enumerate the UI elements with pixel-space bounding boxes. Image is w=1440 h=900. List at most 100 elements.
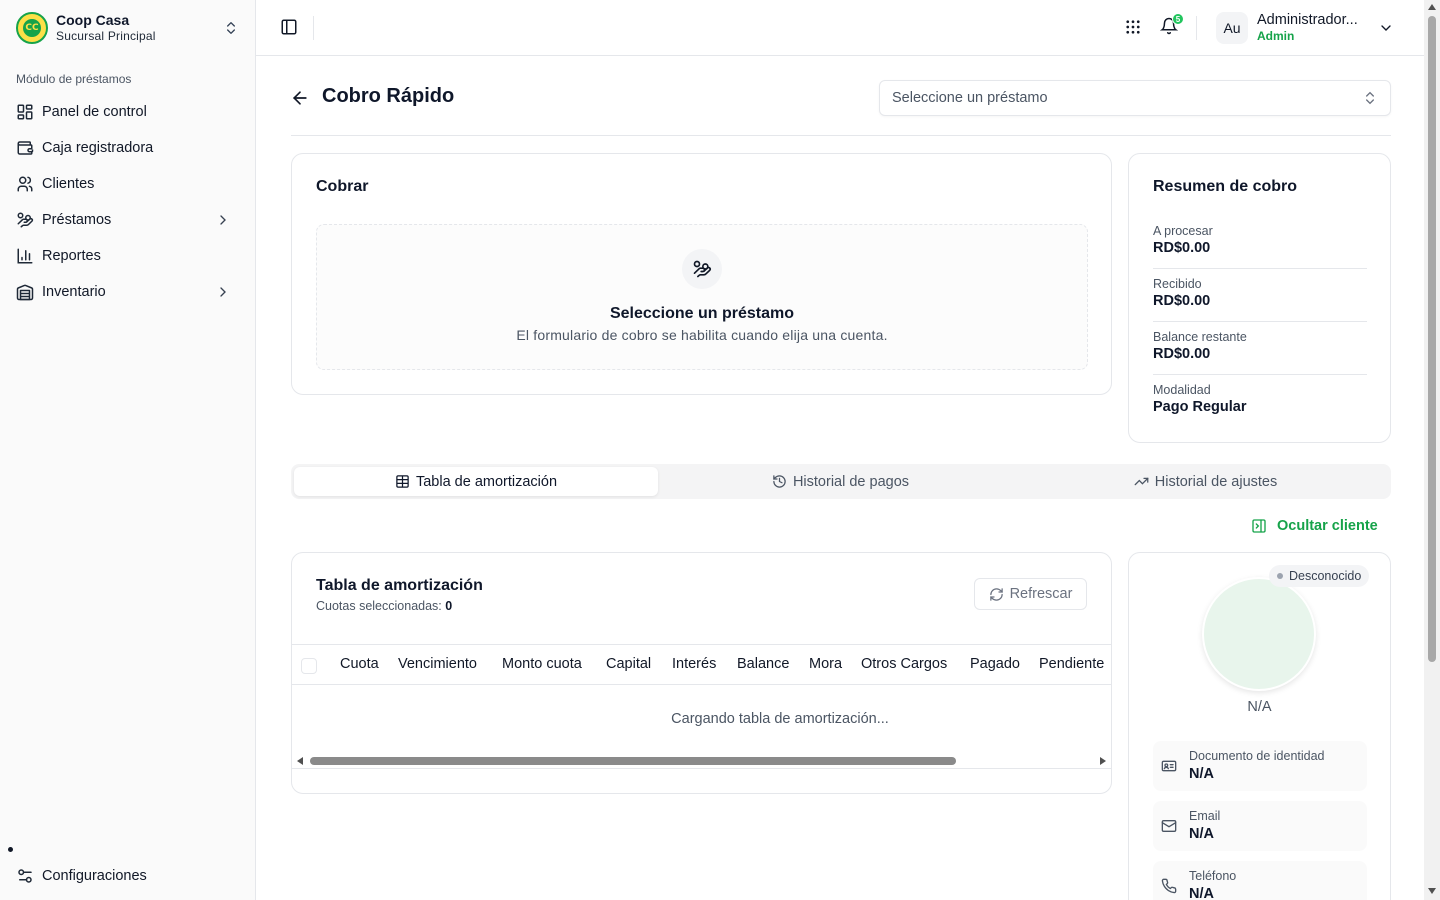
status-badge: Desconocido <box>1269 565 1370 587</box>
vertical-scrollbar[interactable] <box>1424 0 1440 900</box>
scrollbar-thumb[interactable] <box>310 757 956 765</box>
cobrar-card: Cobrar Seleccione un préstamo El formula… <box>291 153 1112 395</box>
column-header[interactable]: Cuota <box>340 656 379 672</box>
client-field-telefono: Teléfono N/A <box>1153 861 1367 900</box>
refresh-button[interactable]: Refrescar <box>974 578 1087 610</box>
branch-name: Sucursal Principal <box>56 29 156 43</box>
sidebar-item-reportes[interactable]: Reportes <box>8 238 248 274</box>
scroll-left-arrow[interactable] <box>297 757 303 765</box>
tab-historial-ajustes[interactable]: Historial de ajustes <box>1023 467 1388 496</box>
scroll-down-arrow[interactable] <box>1428 888 1436 894</box>
refresh-label: Refrescar <box>1009 586 1073 602</box>
column-header[interactable]: Interés <box>672 656 716 672</box>
client-field-value: N/A <box>1189 826 1214 842</box>
client-card: Desconocido N/A Documento de identidad N… <box>1128 552 1391 900</box>
summary-row-modalidad: Modalidad Pago Regular <box>1153 383 1367 428</box>
selected-installments-label: Cuotas seleccionadas: <box>316 599 442 613</box>
empty-state-subtitle: El formulario de cobro se habilita cuand… <box>516 327 888 343</box>
resumen-card: Resumen de cobro A procesar RD$0.00 Reci… <box>1128 153 1391 443</box>
summary-value: Pago Regular <box>1153 399 1247 415</box>
sidebar-toggle-icon[interactable] <box>280 18 298 36</box>
chevron-right-icon <box>214 283 232 301</box>
sidebar-item-caja-registradora[interactable]: Caja registradora <box>8 130 248 166</box>
amortization-card: Tabla de amortización Cuotas seleccionad… <box>291 552 1112 794</box>
client-field-label: Teléfono <box>1189 869 1237 883</box>
tab-tabla-amortizacion[interactable]: Tabla de amortización <box>294 467 658 496</box>
trending-up-icon <box>1134 474 1149 489</box>
bullet-dot <box>8 847 13 852</box>
loan-select[interactable]: Seleccione un préstamo <box>879 80 1391 116</box>
select-all-checkbox[interactable] <box>301 658 317 674</box>
scroll-right-arrow[interactable] <box>1100 757 1106 765</box>
user-name[interactable]: Administrador... <box>1257 12 1369 28</box>
refresh-icon <box>989 587 1004 602</box>
loan-select-placeholder: Seleccione un préstamo <box>892 90 1048 106</box>
tab-historial-pagos[interactable]: Historial de pagos <box>658 467 1023 496</box>
org-switcher[interactable]: CC Coop Casa Sucursal Principal <box>0 0 255 56</box>
column-header[interactable]: Pendiente <box>1039 656 1104 672</box>
chevron-right-icon <box>214 211 232 229</box>
arrow-left-icon[interactable] <box>290 88 310 108</box>
cobrar-title: Cobrar <box>316 178 369 195</box>
id-card-icon <box>1161 758 1177 774</box>
coop-logo: CC <box>16 12 48 44</box>
scrollbar-thumb[interactable] <box>1428 16 1436 662</box>
summary-value: RD$0.00 <box>1153 293 1211 309</box>
client-field-label: Email <box>1189 809 1221 823</box>
divider <box>1196 16 1197 40</box>
dashboard-icon <box>16 103 34 121</box>
empty-state: Seleccione un préstamo El formulario de … <box>316 224 1088 370</box>
sidebar-item-clientes[interactable]: Clientes <box>8 166 248 202</box>
hide-client-button[interactable]: Ocultar cliente <box>1251 518 1378 534</box>
sidebar-item-configuraciones[interactable]: Configuraciones <box>8 858 248 894</box>
summary-row-a-procesar: A procesar RD$0.00 <box>1153 224 1367 269</box>
chevrons-up-down-icon <box>1362 90 1378 106</box>
tab-label: Historial de ajustes <box>1154 473 1278 490</box>
status-label: Desconocido <box>1289 569 1362 583</box>
apps-grid-icon[interactable] <box>1124 18 1142 36</box>
sidebar-item-label: Clientes <box>42 176 95 192</box>
sidebar-item-label: Reportes <box>42 248 101 264</box>
column-header[interactable]: Vencimiento <box>398 656 477 672</box>
column-header[interactable]: Mora <box>809 656 842 672</box>
hand-coins-icon <box>682 249 722 289</box>
chevrons-up-down-icon[interactable] <box>223 20 239 36</box>
divider <box>313 16 314 40</box>
client-field-email: Email N/A <box>1153 801 1367 851</box>
table-icon <box>395 474 410 489</box>
summary-value: RD$0.00 <box>1153 346 1211 362</box>
sidebar-item-inventario[interactable]: Inventario <box>8 274 248 310</box>
history-icon <box>772 474 787 489</box>
amortization-title: Tabla de amortización <box>316 577 483 594</box>
table-header: Cuota Vencimiento Monto cuota Capital In… <box>292 644 1111 685</box>
hide-client-label: Ocultar cliente <box>1277 518 1378 534</box>
column-header[interactable]: Capital <box>606 656 651 672</box>
scroll-up-arrow[interactable] <box>1428 4 1436 10</box>
header-divider <box>291 135 1391 136</box>
org-name: Coop Casa <box>56 12 130 28</box>
client-field-documento: Documento de identidad N/A <box>1153 741 1367 791</box>
chevron-down-icon[interactable] <box>1378 20 1394 36</box>
client-avatar <box>1202 577 1316 691</box>
mail-icon <box>1161 818 1177 834</box>
summary-label: A procesar <box>1153 224 1213 238</box>
sidebar-section-label: Módulo de préstamos <box>16 72 132 86</box>
column-header[interactable]: Otros Cargos <box>861 656 947 672</box>
summary-value: RD$0.00 <box>1153 240 1211 256</box>
tab-label: Tabla de amortización <box>415 473 558 490</box>
column-header[interactable]: Balance <box>737 656 789 672</box>
sidebar-item-prestamos[interactable]: Préstamos <box>8 202 248 238</box>
settings-sliders-icon <box>16 867 34 885</box>
sidebar-item-panel-de-control[interactable]: Panel de control <box>8 94 248 130</box>
hand-coins-icon <box>16 211 34 229</box>
client-field-label: Documento de identidad <box>1189 749 1325 763</box>
sidebar-item-label: Configuraciones <box>42 868 147 884</box>
summary-row-recibido: Recibido RD$0.00 <box>1153 277 1367 322</box>
summary-label: Balance restante <box>1153 330 1247 344</box>
sidebar-nav: Panel de control Caja registradora Clien… <box>8 94 248 310</box>
column-header[interactable]: Monto cuota <box>502 656 582 672</box>
user-avatar[interactable]: Au <box>1216 12 1248 44</box>
column-header[interactable]: Pagado <box>970 656 1020 672</box>
horizontal-scrollbar[interactable] <box>292 753 1111 769</box>
summary-label: Recibido <box>1153 277 1202 291</box>
